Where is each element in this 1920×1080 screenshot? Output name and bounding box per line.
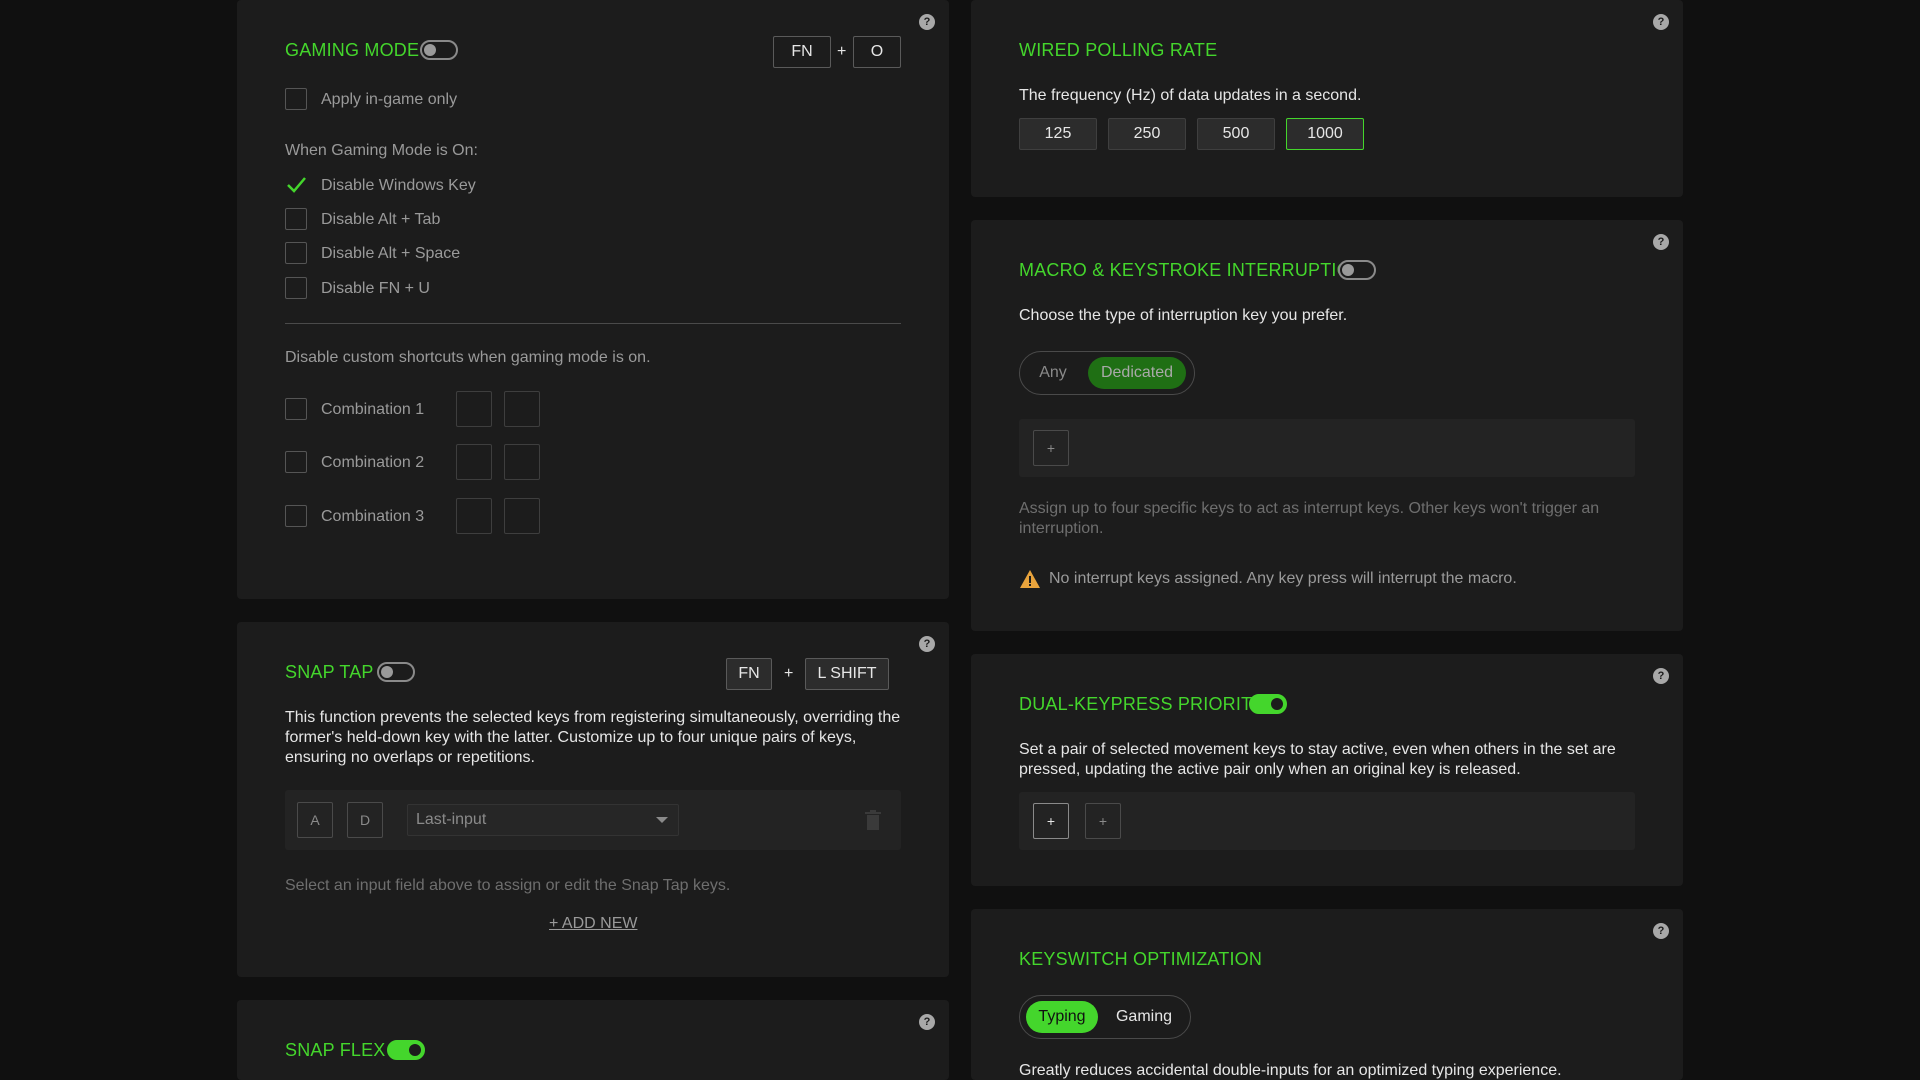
- add-dual-key-2-button[interactable]: +: [1085, 803, 1121, 839]
- combination-1-key-1[interactable]: [456, 391, 492, 427]
- toggle-knob: [409, 1044, 421, 1056]
- snap-tap-key-a[interactable]: A: [297, 802, 333, 838]
- snap-tap-mode-dropdown[interactable]: Last-input: [407, 804, 679, 836]
- help-icon[interactable]: ?: [919, 1014, 935, 1030]
- combination-2-key-1[interactable]: [456, 444, 492, 480]
- rate-500[interactable]: 500: [1197, 118, 1275, 150]
- interrupt-type-selector: Any Dedicated: [1019, 351, 1195, 395]
- polling-rate-panel: ? WIRED POLLING RATE The frequency (Hz) …: [971, 0, 1683, 197]
- snap-flex-toggle[interactable]: [387, 1040, 425, 1060]
- checkbox-combination-3[interactable]: [285, 505, 307, 527]
- snap-tap-shortcut-lshift[interactable]: L SHIFT: [805, 658, 889, 690]
- assign-interrupt-text: Assign up to four specific keys to act a…: [1019, 500, 1600, 537]
- macro-interrupt-title: MACRO & KEYSTROKE INTERRUPTION: [1019, 260, 1365, 280]
- toggle-knob: [381, 666, 393, 678]
- combination-1-key-2[interactable]: [504, 391, 540, 427]
- dual-keypress-toggle[interactable]: [1249, 694, 1287, 714]
- dual-keypress-keys-zone: + +: [1019, 792, 1635, 850]
- option-disable-windows-key: Disable Windows Key: [321, 177, 476, 194]
- combination-2-label: Combination 2: [321, 454, 425, 471]
- help-icon[interactable]: ?: [919, 636, 935, 652]
- dual-keypress-panel: ? DUAL-KEYPRESS PRIORITY Set a pair of s…: [971, 654, 1683, 886]
- keyswitch-description: Greatly reduces accidental double-inputs…: [1019, 1062, 1562, 1079]
- macro-interrupt-panel: ? MACRO & KEYSTROKE INTERRUPTION Choose …: [971, 220, 1683, 631]
- dual-keypress-description: Set a pair of selected movement keys to …: [1019, 741, 1616, 778]
- trash-icon[interactable]: [865, 810, 881, 830]
- apply-in-game-label: Apply in-game only: [321, 91, 458, 108]
- keyswitch-mode-selector: Typing Gaming: [1019, 995, 1191, 1039]
- macro-interrupt-description: Choose the type of interruption key you …: [1019, 307, 1348, 324]
- interrupt-keys-zone: +: [1019, 419, 1635, 477]
- combination-1-label: Combination 1: [321, 401, 425, 418]
- help-icon[interactable]: ?: [1653, 668, 1669, 684]
- option-disable-fn-u: Disable FN + U: [321, 280, 430, 297]
- checkbox-disable-alt-tab[interactable]: [285, 208, 307, 230]
- keyswitch-title: KEYSWITCH OPTIMIZATION: [1019, 949, 1263, 969]
- when-on-label: When Gaming Mode is On:: [285, 142, 478, 159]
- rate-1000[interactable]: 1000: [1286, 118, 1364, 150]
- keyswitch-option-typing[interactable]: Typing: [1026, 1001, 1098, 1033]
- snap-tap-description: This function prevents the selected keys…: [285, 709, 901, 766]
- help-icon[interactable]: ?: [1653, 14, 1669, 30]
- polling-rate-title: WIRED POLLING RATE: [1019, 40, 1218, 60]
- snap-tap-pair-row: A D Last-input: [285, 790, 901, 850]
- combination-3-key-1[interactable]: [456, 498, 492, 534]
- toggle-knob: [424, 44, 436, 56]
- custom-shortcuts-label: Disable custom shortcuts when gaming mod…: [285, 349, 651, 366]
- help-icon[interactable]: ?: [1653, 234, 1669, 250]
- no-interrupt-warning: No interrupt keys assigned. Any key pres…: [1049, 570, 1517, 587]
- warning-icon: [1020, 570, 1040, 588]
- gaming-mode-toggle[interactable]: [420, 40, 458, 60]
- chevron-down-icon: [656, 817, 668, 823]
- checkbox-combination-2[interactable]: [285, 451, 307, 473]
- shortcut-key-fn[interactable]: FN: [773, 36, 831, 68]
- add-interrupt-key-button[interactable]: +: [1033, 430, 1069, 466]
- add-new-link[interactable]: + ADD NEW: [549, 915, 637, 933]
- gaming-mode-panel: ? GAMING MODE FN + O Apply in-game only …: [237, 0, 949, 599]
- snap-tap-shortcut-plus: +: [784, 665, 794, 682]
- section-divider: [285, 323, 901, 324]
- combination-3-label: Combination 3: [321, 508, 425, 525]
- option-disable-alt-space: Disable Alt + Space: [321, 245, 461, 262]
- check-icon[interactable]: [285, 174, 307, 196]
- dual-keypress-title: DUAL-KEYPRESS PRIORITY: [1019, 694, 1265, 714]
- rate-125[interactable]: 125: [1019, 118, 1097, 150]
- snap-tap-panel: ? SNAP TAP FN + L SHIFT This function pr…: [237, 622, 949, 977]
- help-icon[interactable]: ?: [919, 14, 935, 30]
- polling-rate-description: The frequency (Hz) of data updates in a …: [1019, 87, 1362, 104]
- snap-tap-shortcut-fn[interactable]: FN: [726, 658, 772, 690]
- interrupt-option-dedicated[interactable]: Dedicated: [1088, 357, 1186, 389]
- snap-tap-toggle[interactable]: [377, 662, 415, 682]
- combination-3-key-2[interactable]: [504, 498, 540, 534]
- combination-2-key-2[interactable]: [504, 444, 540, 480]
- snap-flex-panel: ? SNAP FLEX: [237, 1000, 949, 1080]
- snap-tap-title: SNAP TAP: [285, 662, 374, 682]
- apply-in-game-checkbox[interactable]: [285, 88, 307, 110]
- gaming-mode-title: GAMING MODE: [285, 40, 420, 60]
- snap-flex-title: SNAP FLEX: [285, 1040, 386, 1060]
- toggle-knob: [1342, 264, 1354, 276]
- toggle-knob: [1271, 698, 1283, 710]
- checkbox-disable-alt-space[interactable]: [285, 242, 307, 264]
- shortcut-plus: +: [837, 43, 847, 60]
- rate-250[interactable]: 250: [1108, 118, 1186, 150]
- help-icon[interactable]: ?: [1653, 923, 1669, 939]
- add-dual-key-1-button[interactable]: +: [1033, 803, 1069, 839]
- shortcut-key-o[interactable]: O: [853, 36, 901, 68]
- checkbox-combination-1[interactable]: [285, 398, 307, 420]
- option-disable-alt-tab: Disable Alt + Tab: [321, 211, 441, 228]
- checkbox-disable-fn-u[interactable]: [285, 277, 307, 299]
- snap-tap-mode-value: Last-input: [416, 811, 487, 828]
- keyswitch-option-gaming[interactable]: Gaming: [1104, 1001, 1184, 1033]
- snap-tap-hint: Select an input field above to assign or…: [285, 877, 731, 894]
- keyswitch-panel: ? KEYSWITCH OPTIMIZATION Typing Gaming G…: [971, 909, 1683, 1080]
- interrupt-option-any[interactable]: Any: [1026, 357, 1080, 389]
- snap-tap-key-d[interactable]: D: [347, 802, 383, 838]
- macro-interrupt-toggle[interactable]: [1338, 260, 1376, 280]
